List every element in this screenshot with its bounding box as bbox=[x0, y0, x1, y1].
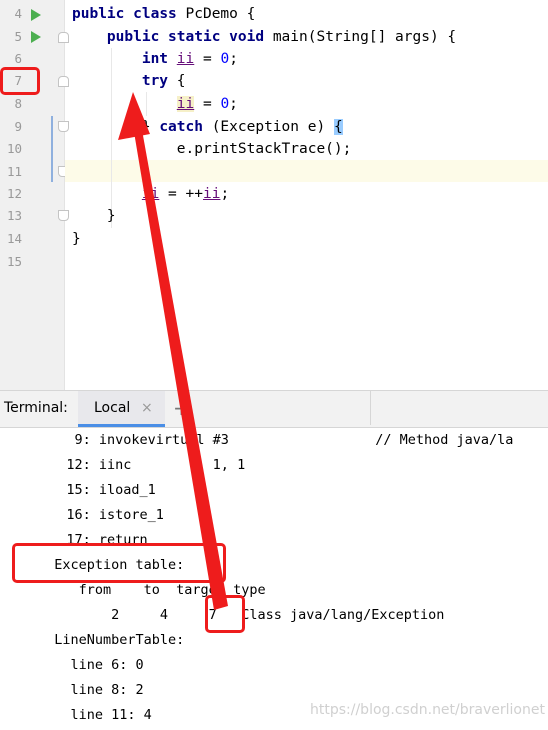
arrow-head bbox=[118, 92, 150, 140]
arrow-shaft bbox=[134, 130, 228, 610]
annotation-arrow bbox=[118, 92, 228, 610]
